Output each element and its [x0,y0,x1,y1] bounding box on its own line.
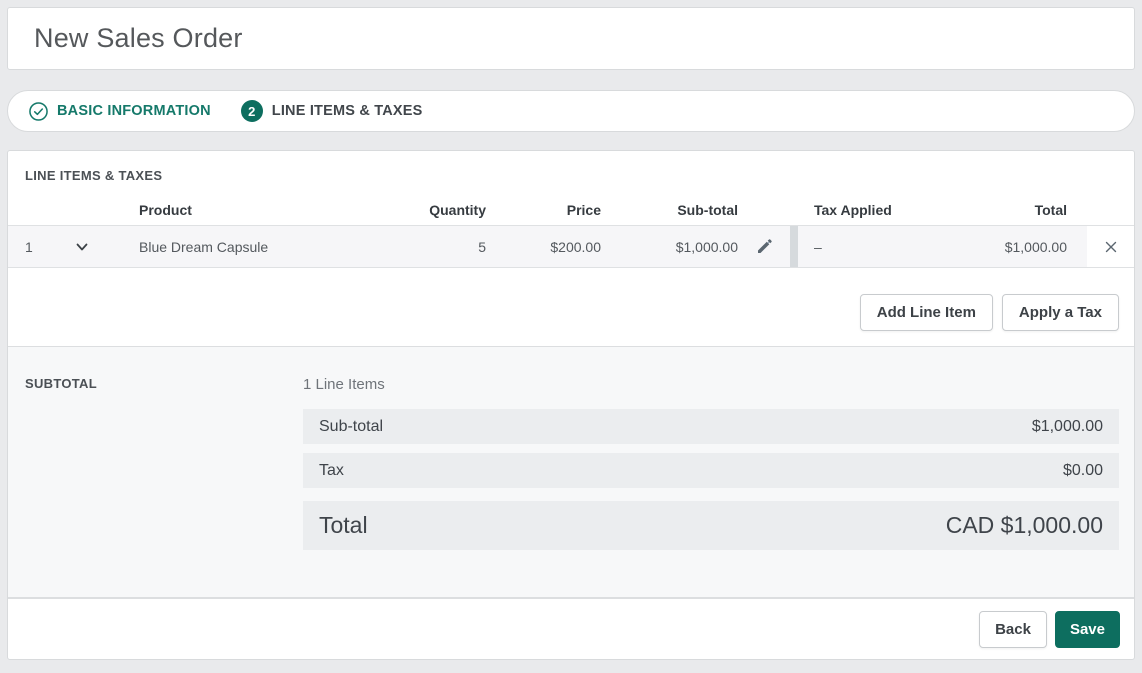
edit-line-item-button[interactable] [738,238,790,255]
line-items-table-header: Product Quantity Price Sub-total Tax App… [8,195,1134,225]
step-label-line-items-taxes: LINE ITEMS & TAXES [271,103,423,119]
step-basic-information[interactable]: BASIC INFORMATION [29,101,211,121]
summary-total-label: Total [319,512,368,538]
apply-a-tax-button[interactable]: Apply a Tax [1001,294,1119,331]
line-item-total: $1,000.00 [1004,238,1067,255]
edit-icon [757,239,772,253]
column-header-subtotal: Sub-total [677,202,738,218]
form-stepper: BASIC INFORMATION 2 LINE ITEMS & TAXES [7,90,1135,132]
line-items-section: LINE ITEMS & TAXES Product Quantity Pric… [8,151,1134,346]
line-item-product: Blue Dream Capsule [139,238,269,255]
line-item-expand-toggle[interactable] [75,240,139,254]
subtotal-section-title: SUBTOTAL [25,376,97,391]
form-footer: Back Save [8,598,1134,659]
subtotal-section: SUBTOTAL 1 Line Items Sub-total $1,000.0… [8,346,1134,598]
summary-row-total: Total CAD $1,000.00 [303,501,1119,550]
summary-tax-value: $0.00 [1062,461,1103,479]
summary-row-tax: Tax $0.00 [303,453,1119,488]
line-item-quantity: 5 [478,238,486,255]
line-item-actions: Add Line Item Apply a Tax [8,294,1134,346]
step-label-basic-information: BASIC INFORMATION [57,103,211,119]
line-items-table: Product Quantity Price Sub-total Tax App… [8,195,1134,268]
summary-total-value: CAD $1,000.00 [945,512,1103,538]
column-header-price: Price [566,202,601,218]
summary-row-subtotal: Sub-total $1,000.00 [303,409,1119,444]
chevron-down-icon [76,243,88,250]
column-header-product: Product [139,202,192,218]
column-header-tax-applied: Tax Applied [814,202,892,218]
line-item-price: $200.00 [550,238,601,255]
line-items-count: 1 Line Items [303,376,385,393]
check-circle-icon [29,101,48,121]
line-item-row: 1 Blue Dream Capsule 5 $200.00 $1,000.00 [8,225,1134,268]
summary-tax-label: Tax [319,461,344,479]
add-line-item-button[interactable]: Add Line Item [859,294,993,331]
summary-subtotal-value: $1,000.00 [1031,417,1103,435]
line-item-subtotal: $1,000.00 [675,238,738,255]
summary-subtotal-label: Sub-total [319,417,384,435]
sales-order-form: LINE ITEMS & TAXES Product Quantity Pric… [7,150,1135,660]
line-items-section-title: LINE ITEMS & TAXES [25,168,163,183]
row-section-divider [790,226,798,267]
page-header: New Sales Order [7,7,1135,70]
page-title: New Sales Order [34,23,243,53]
remove-line-item-button[interactable] [1087,226,1134,267]
back-button[interactable]: Back [979,610,1047,648]
line-item-index: 1 [25,238,33,255]
column-header-quantity: Quantity [429,202,486,218]
step-number-badge: 2 [240,100,263,122]
close-icon [1105,241,1116,252]
column-header-total: Total [1034,202,1067,218]
step-line-items-taxes[interactable]: 2 LINE ITEMS & TAXES [240,100,423,122]
save-button[interactable]: Save [1054,610,1120,648]
line-item-tax-applied: – [814,238,822,255]
